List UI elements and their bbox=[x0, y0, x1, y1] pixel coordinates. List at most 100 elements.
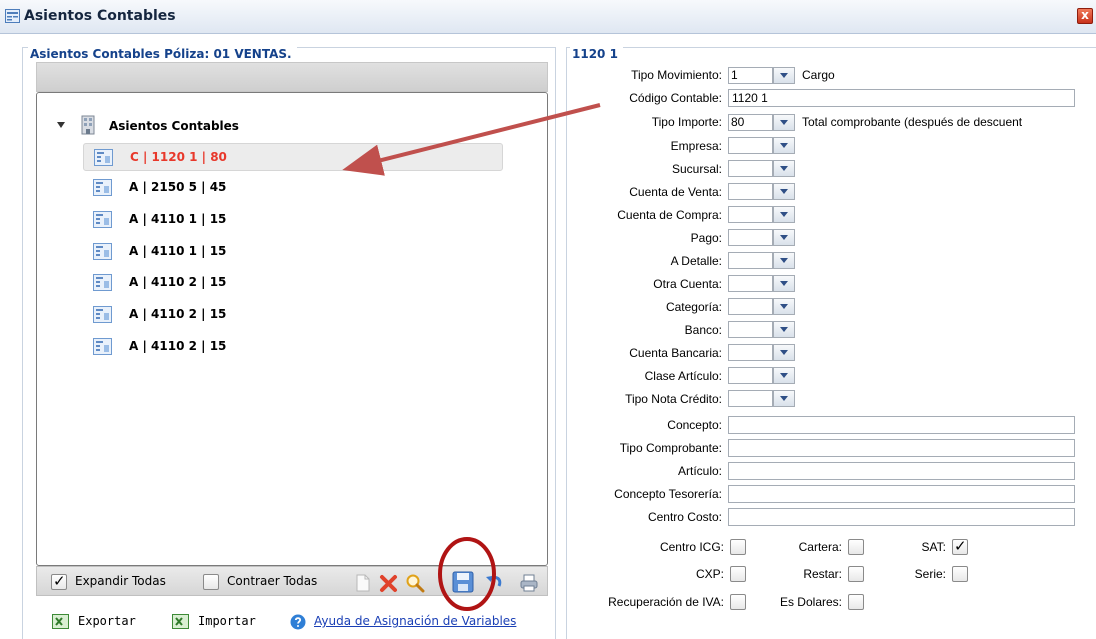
chevron-down-icon bbox=[780, 396, 788, 401]
new-icon[interactable] bbox=[353, 573, 373, 593]
expand-all-checkbox[interactable]: ✓ bbox=[51, 572, 67, 590]
sucursal-select[interactable] bbox=[728, 160, 773, 177]
tree-item[interactable]: A | 4110 2 | 15 bbox=[83, 301, 503, 329]
concepto-input[interactable] bbox=[728, 416, 1075, 434]
checkmark-icon: ✓ bbox=[53, 572, 66, 590]
categoria-label: Categoría: bbox=[665, 300, 722, 314]
cuenta-venta-select[interactable] bbox=[728, 183, 773, 200]
chevron-down-icon bbox=[780, 235, 788, 240]
tipo-importe-label: Tipo Importe: bbox=[651, 115, 722, 129]
tree-item[interactable]: A | 4110 2 | 15 bbox=[83, 333, 503, 361]
restar-checkbox[interactable] bbox=[848, 566, 864, 582]
recuperacion-iva-checkbox[interactable] bbox=[730, 594, 746, 610]
tipo-nota-credito-dropdown[interactable] bbox=[773, 390, 795, 407]
cuenta-bancaria-select[interactable] bbox=[728, 344, 773, 361]
empresa-select[interactable] bbox=[728, 137, 773, 154]
tree-item-label: A | 4110 1 | 15 bbox=[129, 212, 227, 226]
help-icon bbox=[290, 614, 306, 630]
tree-item[interactable]: A | 4110 2 | 15 bbox=[83, 269, 503, 297]
tree-root-label: Asientos Contables bbox=[109, 119, 239, 133]
tipo-nota-credito-select[interactable] bbox=[728, 390, 773, 407]
clase-articulo-dropdown[interactable] bbox=[773, 367, 795, 384]
a-detalle-label: A Detalle: bbox=[670, 254, 722, 268]
document-icon bbox=[93, 306, 112, 323]
categoria-dropdown[interactable] bbox=[773, 298, 795, 315]
codigo-contable-input[interactable]: 1120 1 bbox=[728, 89, 1075, 107]
centro-icg-checkbox[interactable] bbox=[730, 539, 746, 555]
otra-cuenta-dropdown[interactable] bbox=[773, 275, 795, 292]
tipo-comprobante-input[interactable] bbox=[728, 439, 1075, 457]
pago-dropdown[interactable] bbox=[773, 229, 795, 246]
export-link[interactable]: Exportar bbox=[52, 612, 162, 632]
otra-cuenta-select[interactable] bbox=[728, 275, 773, 292]
tree-panel: Asientos Contables C | 1120 1 | 80 A | 2… bbox=[36, 92, 548, 566]
tipo-movimiento-select[interactable]: 1 bbox=[728, 67, 773, 84]
cuenta-venta-dropdown[interactable] bbox=[773, 183, 795, 200]
pago-select[interactable] bbox=[728, 229, 773, 246]
chevron-down-icon bbox=[780, 350, 788, 355]
recuperacion-iva-label: Recuperación de IVA: bbox=[608, 595, 724, 609]
otra-cuenta-label: Otra Cuenta: bbox=[653, 277, 722, 291]
cxp-label: CXP: bbox=[695, 567, 724, 581]
a-detalle-select[interactable] bbox=[728, 252, 773, 269]
tree-item-label: A | 2150 5 | 45 bbox=[129, 180, 227, 194]
concepto-tesoreria-input[interactable] bbox=[728, 485, 1075, 503]
tree-item-label: A | 4110 2 | 15 bbox=[129, 307, 227, 321]
search-icon[interactable] bbox=[405, 573, 425, 593]
cuenta-bancaria-label: Cuenta Bancaria: bbox=[629, 346, 722, 360]
cartera-label: Cartera: bbox=[798, 540, 842, 554]
tipo-importe-select[interactable]: 80 bbox=[728, 114, 773, 131]
save-icon[interactable] bbox=[451, 570, 475, 594]
expand-all-label: Expandir Todas bbox=[75, 574, 166, 588]
categoria-select[interactable] bbox=[728, 298, 773, 315]
tree-toolbar: ✓ Expandir Todas Contraer Todas bbox=[36, 566, 548, 596]
serie-checkbox[interactable] bbox=[952, 566, 968, 582]
tree-root-node[interactable]: Asientos Contables bbox=[37, 113, 507, 141]
document-icon bbox=[93, 338, 112, 355]
tree-header bbox=[36, 62, 548, 92]
cuenta-bancaria-dropdown[interactable] bbox=[773, 344, 795, 361]
clase-articulo-select[interactable] bbox=[728, 367, 773, 384]
centro-costo-input[interactable] bbox=[728, 508, 1075, 526]
articulo-input[interactable] bbox=[728, 462, 1075, 480]
clase-articulo-label: Clase Artículo: bbox=[644, 369, 722, 383]
chevron-down-icon bbox=[780, 281, 788, 286]
chevron-down-icon bbox=[780, 327, 788, 332]
tipo-movimiento-value: 1 bbox=[731, 68, 738, 82]
banco-select[interactable] bbox=[728, 321, 773, 338]
tree-item[interactable]: A | 2150 5 | 45 bbox=[83, 174, 503, 202]
cuenta-compra-dropdown[interactable] bbox=[773, 206, 795, 223]
es-dolares-checkbox[interactable] bbox=[848, 594, 864, 610]
banco-dropdown[interactable] bbox=[773, 321, 795, 338]
close-icon[interactable]: x bbox=[1077, 8, 1093, 24]
import-link[interactable]: Importar bbox=[172, 612, 282, 632]
chevron-down-icon bbox=[780, 373, 788, 378]
articulo-label: Artículo: bbox=[677, 464, 722, 478]
window-icon bbox=[5, 9, 20, 23]
a-detalle-dropdown[interactable] bbox=[773, 252, 795, 269]
tree-item[interactable]: C | 1120 1 | 80 bbox=[83, 143, 503, 171]
window-titlebar: Asientos Contables x bbox=[0, 0, 1096, 34]
empresa-dropdown[interactable] bbox=[773, 137, 795, 154]
chevron-down-icon bbox=[780, 212, 788, 217]
print-icon[interactable] bbox=[519, 573, 539, 593]
sucursal-dropdown[interactable] bbox=[773, 160, 795, 177]
centro-icg-label: Centro ICG: bbox=[659, 540, 724, 554]
tipo-importe-dropdown[interactable] bbox=[773, 114, 795, 131]
collapse-all-label: Contraer Todas bbox=[227, 574, 318, 588]
tree-item[interactable]: A | 4110 1 | 15 bbox=[83, 238, 503, 266]
tree-item[interactable]: A | 4110 1 | 15 bbox=[83, 206, 503, 234]
collapse-all-checkbox[interactable] bbox=[203, 574, 219, 590]
tipo-movimiento-dropdown[interactable] bbox=[773, 67, 795, 84]
document-icon bbox=[94, 149, 113, 166]
chevron-down-icon bbox=[780, 143, 788, 148]
sat-checkbox[interactable]: ✓ bbox=[952, 537, 968, 555]
cuenta-compra-select[interactable] bbox=[728, 206, 773, 223]
cxp-checkbox[interactable] bbox=[730, 566, 746, 582]
help-link[interactable]: Ayuda de Asignación de Variables bbox=[290, 612, 550, 632]
undo-icon[interactable] bbox=[484, 573, 504, 593]
cuenta-compra-label: Cuenta de Compra: bbox=[617, 208, 722, 222]
delete-icon[interactable] bbox=[379, 573, 399, 593]
cartera-checkbox[interactable] bbox=[848, 539, 864, 555]
collapse-arrow-icon[interactable] bbox=[57, 122, 65, 128]
